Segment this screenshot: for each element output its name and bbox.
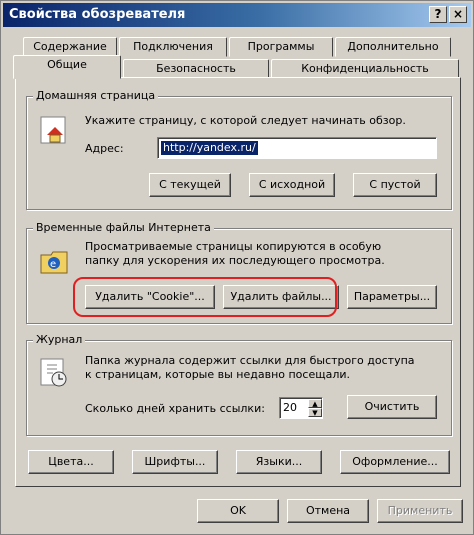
close-button[interactable]: × [449,6,467,23]
home-page-group: Домашняя страница Укажите страницу, с ко… [26,89,452,210]
accessibility-button[interactable]: Оформление... [340,450,450,474]
tab-connections[interactable]: Подключения [119,37,227,57]
clear-history-button[interactable]: Очистить [347,395,437,419]
svg-text:e: e [50,259,56,270]
spin-up-icon[interactable]: ▲ [308,399,322,408]
tab-advanced[interactable]: Дополнительно [335,37,451,57]
temp-files-icon: e [40,251,68,274]
highlight-annotation [73,277,337,317]
languages-button[interactable]: Языки... [236,450,322,474]
dialog-window: Свойства обозревателя ? × Содержание Под… [0,0,474,535]
history-desc-1: Папка журнала содержит ссылки для быстро… [85,354,415,367]
colors-button[interactable]: Цвета... [28,450,114,474]
history-group: Журнал Папка журнала содержит ссылки для… [26,333,452,436]
temp-settings-button[interactable]: Параметры... [347,285,437,309]
history-desc-2: к страницам, которые вы недавно посещали… [85,368,351,381]
tab-general[interactable]: Общие [13,55,121,79]
titlebar[interactable]: Свойства обозревателя ? × [3,3,471,27]
window-title: Свойства обозревателя [9,7,186,22]
apply-button: Применить [377,499,463,523]
use-default-button[interactable]: С исходной [249,173,335,197]
cancel-button[interactable]: Отмена [287,499,369,523]
home-page-label: Домашняя страница [33,89,159,102]
tab-content[interactable]: Содержание [23,37,117,57]
address-value: http://yandex.ru/ [161,141,258,155]
days-value: 20 [283,401,297,414]
tab-privacy[interactable]: Конфиденциальность [271,59,459,79]
days-stepper[interactable]: 20 ▲ ▼ [279,397,323,419]
history-icon [40,358,67,387]
home-page-icon [40,116,66,144]
history-label: Журнал [33,333,86,346]
home-page-description: Укажите страницу, с которой следует начи… [85,114,406,127]
ok-button[interactable]: OK [197,499,279,523]
temp-files-desc-2: папку для ускорения их последующего прос… [85,254,385,267]
temp-files-desc-1: Просматриваемые страницы копируются в ос… [85,240,382,253]
address-label: Адрес: [85,142,124,155]
days-label: Сколько дней хранить ссылки: [85,402,265,415]
tab-programs[interactable]: Программы [229,37,333,57]
fonts-button[interactable]: Шрифты... [132,450,218,474]
spin-down-icon[interactable]: ▼ [308,408,322,417]
temp-files-label: Временные файлы Интернета [33,221,214,234]
address-input[interactable]: http://yandex.ru/ [157,137,437,159]
help-button[interactable]: ? [429,6,447,23]
use-current-button[interactable]: С текущей [149,173,231,197]
tab-security[interactable]: Безопасность [123,59,269,79]
use-blank-button[interactable]: С пустой [353,173,437,197]
